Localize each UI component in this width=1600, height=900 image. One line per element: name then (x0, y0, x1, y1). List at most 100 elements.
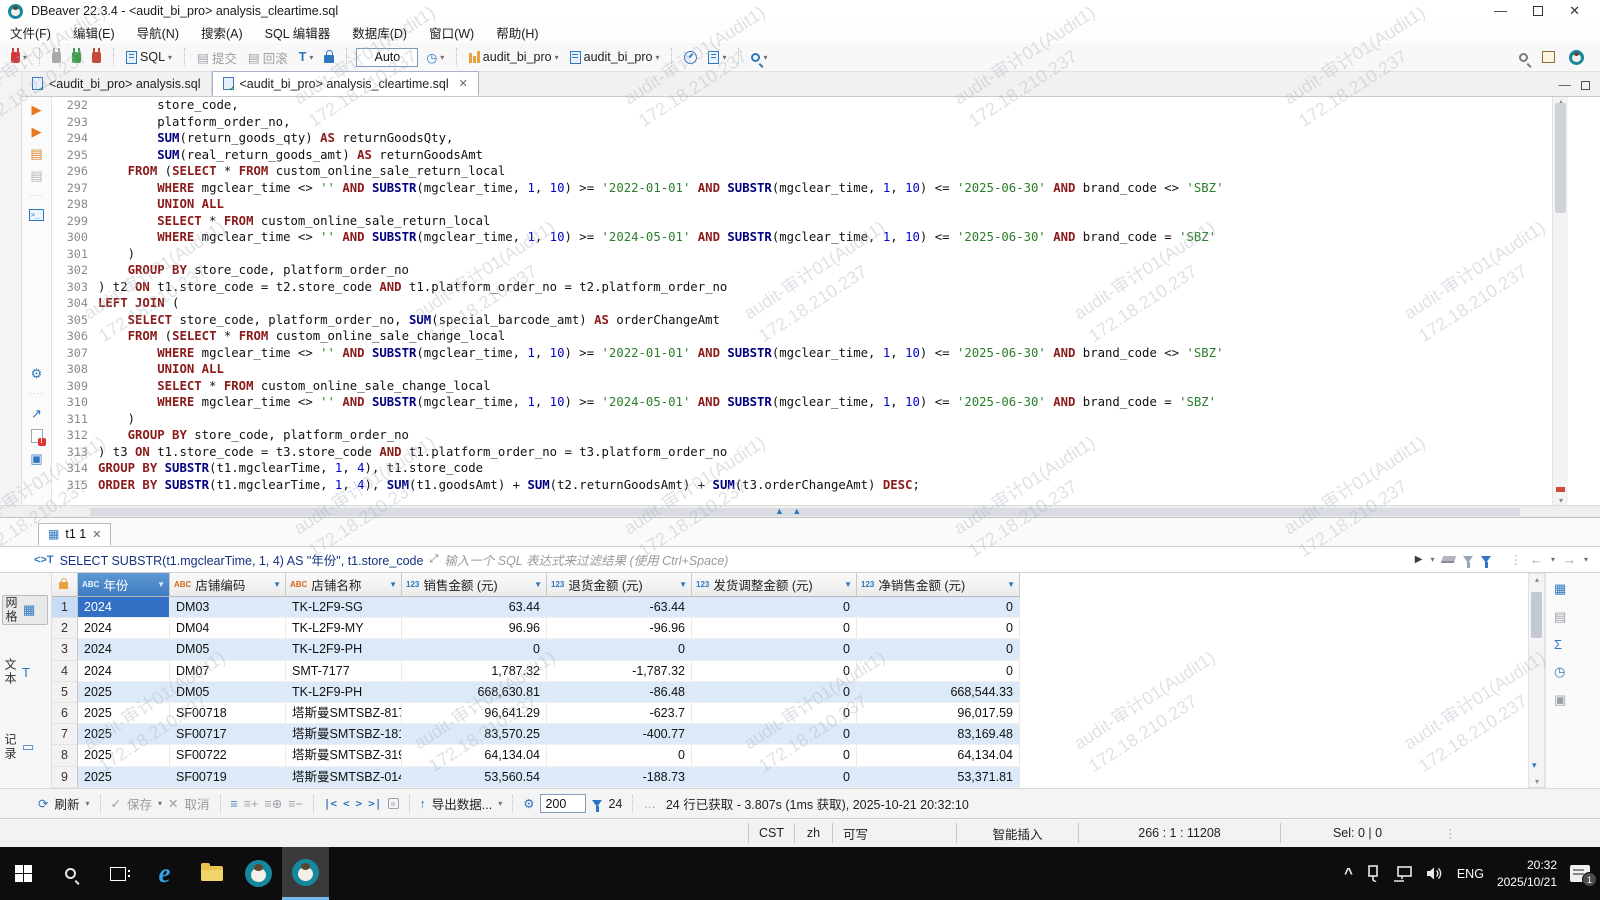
code-line[interactable]: 300 WHERE mgclear_time <> '' AND SUBSTR(… (52, 229, 1552, 246)
execute-new-tab-icon[interactable]: ▶ (32, 125, 42, 138)
taskbar-clock[interactable]: 20:32 2025/10/21 (1497, 857, 1557, 889)
code-line[interactable]: 302 GROUP BY store_code, platform_order_… (52, 262, 1552, 279)
code-line[interactable]: 297 WHERE mgclear_time <> '' AND SUBSTR(… (52, 180, 1552, 197)
grid-cell[interactable]: SF00717 (170, 724, 286, 745)
tab-analysis-cleartime-sql[interactable]: <audit_bi_pro> analysis_cleartime.sql ✕ (212, 71, 479, 96)
panel-value-icon[interactable]: ▤ (1554, 609, 1566, 625)
row-number[interactable]: 8 (52, 745, 78, 766)
grid-cell[interactable]: TK-L2F9-MY (286, 618, 402, 639)
code-line[interactable]: 296 FROM (SELECT * FROM custom_online_sa… (52, 163, 1552, 180)
grid-corner-cell[interactable] (52, 573, 78, 597)
terminal-icon[interactable]: >_ (29, 209, 44, 221)
filter-input[interactable]: 输入一个 SQL 表达式来过滤结果 (使用 Ctrl+Space) (444, 550, 1408, 569)
grid-cell[interactable]: 塔斯曼SMTSBZ-1815 (286, 724, 402, 745)
grid-cell[interactable]: 塔斯曼SMTSBZ-8174 (286, 703, 402, 724)
hscroll-thumb[interactable] (90, 508, 1520, 516)
grid-cell[interactable]: 0 (857, 639, 1020, 660)
grid-cell[interactable]: 0 (857, 597, 1020, 618)
search-dropdown-button[interactable]: ▾ (748, 51, 770, 64)
grid-cell[interactable]: 96,017.59 (857, 703, 1020, 724)
grid-cell[interactable]: TK-L2F9-SG (286, 597, 402, 618)
grid-scroll-thumb[interactable] (1531, 592, 1542, 638)
menu-item-5[interactable]: 数据库(D) (352, 23, 407, 42)
code-line[interactable]: 310 WHERE mgclear_time <> '' AND SUBSTR(… (52, 394, 1552, 411)
grid-cell[interactable]: 2025 (78, 745, 170, 766)
grid-cell[interactable]: 63.44 (402, 597, 547, 618)
scrollbar-thumb[interactable] (1555, 103, 1566, 213)
apply-filter-icon[interactable]: ▶ (1415, 554, 1423, 565)
overflow-icon[interactable]: … (643, 797, 656, 811)
grid-cell[interactable]: 0 (692, 661, 857, 682)
row-number[interactable]: 3 (52, 639, 78, 660)
grid-cell[interactable]: 0 (547, 745, 692, 766)
back-icon[interactable]: ← (1530, 552, 1543, 567)
database-selector[interactable]: audit_bi_pro▾ (567, 48, 663, 66)
new-connection-button[interactable]: ▾ (8, 50, 30, 65)
prev-row-icon[interactable]: < (343, 797, 350, 810)
dbeaver-taskbar-button[interactable] (235, 847, 282, 900)
fetch-more-icon[interactable]: ▾ (1532, 760, 1537, 771)
results-tab-t1[interactable]: ▦ t1 1 ✕ (38, 523, 111, 546)
file-explorer-button[interactable] (188, 847, 235, 900)
column-header-6[interactable]: 123净销售金额 (元)▼ (857, 573, 1020, 597)
code-line[interactable]: 294 SUM(return_goods_qty) AS returnGoods… (52, 130, 1552, 147)
grid-cell[interactable]: 1,787.32 (402, 661, 547, 682)
maximize-view-icon[interactable] (1581, 81, 1590, 90)
transaction-filter-button[interactable]: T▾ (296, 48, 317, 66)
grid-cell[interactable]: 668,630.81 (402, 682, 547, 703)
grid-cell[interactable]: DM04 (170, 618, 286, 639)
grid-cell[interactable]: 0 (857, 661, 1020, 682)
cancel-button[interactable]: 取消 (185, 794, 210, 813)
transaction-lock-button[interactable] (321, 49, 337, 65)
code-line[interactable]: 295 SUM(real_return_goods_amt) AS return… (52, 147, 1552, 164)
task-view-button[interactable] (94, 847, 141, 900)
row-number[interactable]: 7 (52, 724, 78, 745)
column-header-3[interactable]: 123销售金额 (元)▼ (402, 573, 547, 597)
editor-horizontal-scrollbar[interactable]: ▲ ▲ (0, 505, 1600, 518)
grid-cell[interactable]: 53,371.81 (857, 767, 1020, 788)
grid-cell[interactable]: 96,641.29 (402, 703, 547, 724)
grid-cell[interactable]: 64,134.04 (402, 745, 547, 766)
grid-cell[interactable]: DM07 (170, 661, 286, 682)
explain-plan-icon[interactable]: ▤ (30, 169, 42, 182)
maximize-button[interactable] (1533, 6, 1543, 16)
tab-analysis-sql[interactable]: <audit_bi_pro> analysis.sql (22, 71, 212, 96)
grid-cell[interactable]: 83,570.25 (402, 724, 547, 745)
quick-search-icon[interactable] (1519, 53, 1528, 62)
grid-cell[interactable]: 2025 (78, 703, 170, 724)
grid-cell[interactable]: -188.73 (547, 767, 692, 788)
sql-editor-button[interactable]: SQL▾ (123, 48, 175, 66)
tray-chevron-icon[interactable]: ^ (1344, 865, 1353, 882)
grid-cell[interactable]: DM03 (170, 597, 286, 618)
column-header-5[interactable]: 123发货调整金额 (元)▼ (692, 573, 857, 597)
grid-cell[interactable]: 0 (692, 639, 857, 660)
code-line[interactable]: 304LEFT JOIN ( (52, 295, 1552, 312)
code-line[interactable]: 307 WHERE mgclear_time <> '' AND SUBSTR(… (52, 345, 1552, 362)
sash-collapse-icon[interactable]: ▲ ▲ (775, 506, 804, 516)
reconnect-button[interactable] (69, 50, 84, 65)
grid-cell[interactable]: 0 (692, 724, 857, 745)
menu-item-2[interactable]: 导航(N) (137, 23, 179, 42)
edit-row-icon[interactable]: ≡ (231, 797, 238, 811)
column-header-0[interactable]: ABC年份▼ (78, 573, 170, 597)
add-row-icon[interactable]: ≡+ (244, 797, 259, 811)
grid-cell[interactable]: 2024 (78, 639, 170, 660)
grid-cell[interactable]: 0 (547, 639, 692, 660)
column-sort-icon[interactable]: ▼ (273, 580, 281, 589)
rollback-button[interactable]: ▤回滚 (245, 46, 291, 69)
connect-button[interactable] (49, 50, 64, 65)
row-number[interactable]: 2 (52, 618, 78, 639)
commit-button[interactable]: ▤提交 (194, 46, 240, 69)
menu-item-1[interactable]: 编辑(E) (73, 23, 115, 42)
grid-cell[interactable]: -400.77 (547, 724, 692, 745)
forward-icon[interactable]: → (1563, 552, 1576, 567)
start-button[interactable] (0, 847, 47, 900)
grid-cell[interactable]: TK-L2F9-PH (286, 682, 402, 703)
code-line[interactable]: 313) t3 ON t1.store_code = t3.store_code… (52, 444, 1552, 461)
grid-cell[interactable]: 2025 (78, 767, 170, 788)
txn-monitor-button[interactable]: ◷▾ (423, 48, 447, 67)
filter-history-icon[interactable]: ▾ (1430, 555, 1434, 564)
output-view-icon[interactable]: ▣ (30, 452, 42, 465)
grid-cell[interactable]: -96.96 (547, 618, 692, 639)
next-row-icon[interactable]: > (356, 797, 363, 810)
